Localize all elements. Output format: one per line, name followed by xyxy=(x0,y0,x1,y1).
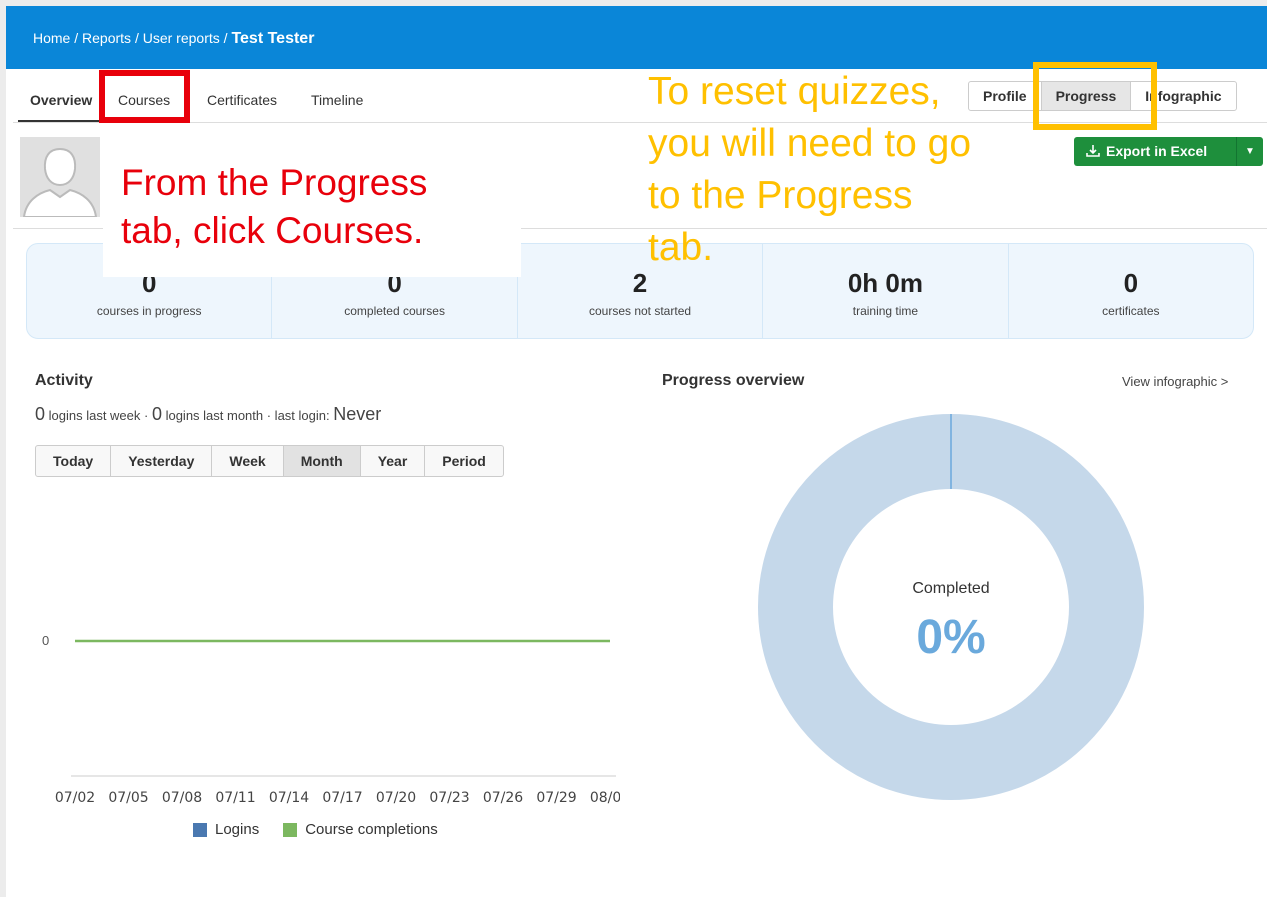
x-tick-label: 07/08 xyxy=(162,790,202,806)
period-period-button[interactable]: Period xyxy=(425,446,503,476)
annotation-red-highlight xyxy=(99,70,190,123)
donut-percent: 0% xyxy=(916,611,986,664)
legend-swatch-logins xyxy=(193,822,207,837)
annotation-yellow-highlight xyxy=(1033,62,1157,130)
x-tick-label: 07/14 xyxy=(269,790,309,806)
export-dropdown-caret-icon[interactable]: ▼ xyxy=(1236,137,1263,166)
chart-legend: Logins Course completions xyxy=(193,821,462,838)
breadcrumb-reports[interactable]: Reports xyxy=(82,30,131,46)
download-icon xyxy=(1086,145,1100,157)
x-tick-label: 07/02 xyxy=(55,790,95,806)
breadcrumb: Home / Reports / User reports / Test Tes… xyxy=(33,30,315,47)
x-tick-label: 07/11 xyxy=(215,790,255,806)
period-yesterday-button[interactable]: Yesterday xyxy=(111,446,213,476)
tab-overview[interactable]: Overview xyxy=(18,80,105,122)
legend-item-logins[interactable]: Logins xyxy=(193,821,259,838)
period-week-button[interactable]: Week xyxy=(212,446,284,476)
progress-donut xyxy=(758,414,1144,800)
x-tick-label: 07/20 xyxy=(376,790,416,806)
activity-title: Activity xyxy=(35,372,93,389)
tab-timeline[interactable]: Timeline xyxy=(299,80,375,120)
x-tick-label: 07/05 xyxy=(108,790,148,806)
y-tick-label: 0 xyxy=(42,633,49,648)
login-summary: 0 logins last week · 0 logins last month… xyxy=(35,404,382,424)
page-header: Home / Reports / User reports / Test Tes… xyxy=(6,6,1267,69)
period-month-button[interactable]: Month xyxy=(283,446,361,476)
x-tick-label: 07/26 xyxy=(483,790,523,806)
avatar xyxy=(20,137,100,218)
view-infographic-link[interactable]: View infographic > xyxy=(1122,374,1228,389)
user-silhouette-icon xyxy=(22,147,98,218)
view-profile-button[interactable]: Profile xyxy=(969,82,1042,110)
export-excel-button[interactable]: Export in Excel ▼ xyxy=(1074,137,1263,166)
legend-item-course-completions[interactable]: Course completions xyxy=(283,821,438,838)
x-tick-label: 07/17 xyxy=(322,790,362,806)
breadcrumb-user-reports[interactable]: User reports xyxy=(143,30,220,46)
activity-chart: 0 07/02 07/05 07/08 07/11 07/14 07/17 07/20 07/2… xyxy=(42,633,620,806)
export-label: Export in Excel xyxy=(1106,143,1208,159)
legend-swatch-course-completions xyxy=(283,822,298,837)
period-today-button[interactable]: Today xyxy=(36,446,112,476)
annotation-yellow-text: To reset quizzes, you will need to go to… xyxy=(648,70,972,269)
tab-certificates[interactable]: Certificates xyxy=(195,80,289,120)
period-selector: Today Yesterday Week Month Year Period xyxy=(35,445,504,477)
x-tick-label: 07/29 xyxy=(536,790,576,806)
breadcrumb-current: Test Tester xyxy=(231,30,315,47)
stat-certificates: 0 certificates xyxy=(1102,268,1160,318)
donut-label: Completed xyxy=(912,580,990,597)
progress-overview-title: Progress overview xyxy=(662,372,805,389)
annotation-red-text: From the Progress tab, click Courses. xyxy=(103,149,521,277)
period-year-button[interactable]: Year xyxy=(361,446,426,476)
report-page: Home / Reports / User reports / Test Tes… xyxy=(6,6,1267,897)
x-tick-label: 07/23 xyxy=(429,790,469,806)
breadcrumb-home[interactable]: Home xyxy=(33,30,70,46)
x-tick-label: 08/01 xyxy=(590,790,620,806)
donut-ring-remaining xyxy=(758,414,1144,800)
